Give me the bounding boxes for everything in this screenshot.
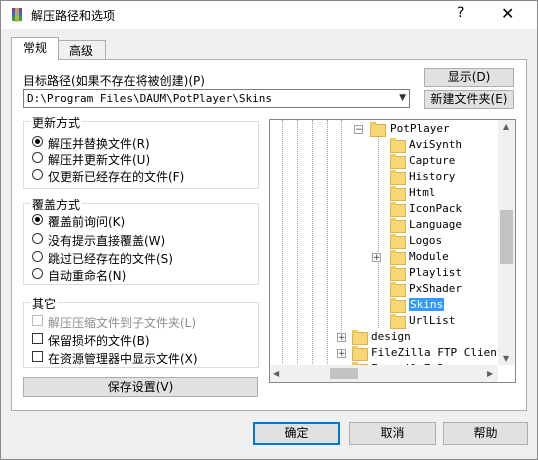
tree-item-label[interactable]: Capture [409,154,455,167]
vertical-scroll-thumb[interactable] [500,210,513,264]
chevron-down-icon[interactable]: ▼ [399,93,406,103]
winrar-app-icon [9,7,25,23]
folder-icon [390,170,406,185]
expand-icon[interactable]: + [372,253,381,263]
tree-item-label[interactable]: Language [409,218,462,231]
tree-item-label[interactable]: FileZilla FTP Client [371,346,503,359]
radio-button[interactable] [32,169,43,180]
radio-button[interactable] [32,268,43,279]
help-question-icon[interactable]: ? [457,5,464,21]
cancel-button[interactable]: 取消 [349,422,436,445]
target-path-label: 目标路径(如果不存在将被创建)(P) [23,74,205,88]
misc-title: 其它 [30,295,59,312]
radio-label: 仅更新已经存在的文件(F) [48,170,185,184]
radio-label: 解压并替换文件(R) [48,137,150,151]
folder-icon [390,186,406,201]
folder-icon [352,346,368,361]
close-icon[interactable]: ✕ [501,4,514,23]
folder-icon [390,314,406,329]
dialog-window: 解压路径和选项 ? ✕ 常规 高级 目标路径(如果不存在将被创建)(P) D:\… [0,0,538,460]
tree-item-label-selected[interactable]: Skins [409,298,445,311]
radio-label: 跳过已经存在的文件(S) [48,252,173,266]
radio-button[interactable] [32,152,43,163]
folder-icon [390,154,406,169]
tree-item-label[interactable]: Playlist [409,266,462,279]
folder-icon [390,250,406,265]
tree-item-label[interactable]: PotPlayer [390,122,450,135]
show-button[interactable]: 显示(D) [424,68,514,87]
scroll-up-arrow-icon[interactable]: ▲ [503,122,509,131]
tree-guide-line [341,120,342,332]
folder-icon [390,234,406,249]
scroll-down-arrow-icon[interactable]: ▼ [503,354,509,363]
tree-guide-line [312,120,313,380]
tree-vertical-scrollbar[interactable]: ▲ ▼ [498,120,515,365]
tree-guide-line [282,120,283,380]
tree-item-label[interactable]: IconPack [409,202,462,215]
target-path-value[interactable]: D:\Program Files\DAUM\PotPlayer\Skins [27,92,272,105]
checkbox[interactable] [32,333,43,344]
folder-icon [390,282,406,297]
tree-item-label[interactable]: Html [409,186,436,199]
checkbox-label: 在资源管理器中显示文件(X) [48,352,198,366]
collapse-icon[interactable]: − [354,125,363,135]
overwrite-mode-title: 覆盖方式 [30,196,83,213]
target-path-combobox[interactable]: D:\Program Files\DAUM\PotPlayer\Skins ▼ [23,89,410,108]
checkbox-label: 保留损坏的文件(B) [48,334,150,348]
ok-button[interactable]: 确定 [253,422,340,445]
folder-icon [352,330,368,345]
folder-open-icon [370,122,386,137]
radio-button[interactable] [32,214,43,225]
folder-tree[interactable]: − PotPlayer AviSynth Capture History Htm… [269,119,516,383]
radio-button[interactable] [32,136,43,147]
tree-guide-line [297,120,298,380]
save-settings-button[interactable]: 保存设置(V) [23,377,258,397]
radio-label: 解压并更新文件(U) [48,153,151,167]
tree-item-label[interactable]: History [409,170,455,183]
scroll-right-arrow-icon[interactable]: ▶ [487,369,493,378]
scroll-left-arrow-icon[interactable]: ◀ [273,369,279,378]
radio-label: 没有提示直接覆盖(W) [48,234,166,248]
tree-item-label[interactable]: Module [409,250,449,263]
radio-label: 自动重命名(N) [48,269,127,283]
tree-item-label[interactable]: UrlList [409,314,455,327]
tab-advanced[interactable]: 高级 [57,40,106,61]
tree-guide-line [378,136,379,328]
update-mode-title: 更新方式 [30,114,83,131]
tab-general[interactable]: 常规 [11,37,59,60]
title-bar: 解压路径和选项 ? ✕ [1,1,537,29]
tree-guide-line [327,120,328,380]
radio-button[interactable] [32,251,43,262]
tree-item-label[interactable]: Logos [409,234,442,247]
tree-item-label[interactable]: PxShader [409,282,462,295]
checkbox[interactable] [32,351,43,362]
folder-icon [390,202,406,217]
expand-icon[interactable]: + [337,349,346,359]
expand-icon[interactable]: + [337,333,346,343]
checkbox [32,315,43,326]
radio-label: 覆盖前询问(K) [48,215,126,229]
tree-item-label[interactable]: AviSynth [409,138,462,151]
window-title: 解压路径和选项 [31,9,116,23]
checkbox-label: 解压压缩文件到子文件夹(L) [48,316,197,330]
radio-button[interactable] [32,233,43,244]
folder-icon [390,266,406,281]
tree-item-label[interactable]: design [371,330,411,343]
tree-horizontal-scrollbar[interactable]: ◀ ▶ [270,365,498,382]
folder-icon [390,218,406,233]
new-folder-button[interactable]: 新建文件夹(E) [424,90,514,109]
folder-icon [390,298,406,313]
help-button[interactable]: 帮助 [443,422,528,445]
folder-icon [390,138,406,153]
horizontal-scroll-thumb[interactable] [330,368,358,379]
